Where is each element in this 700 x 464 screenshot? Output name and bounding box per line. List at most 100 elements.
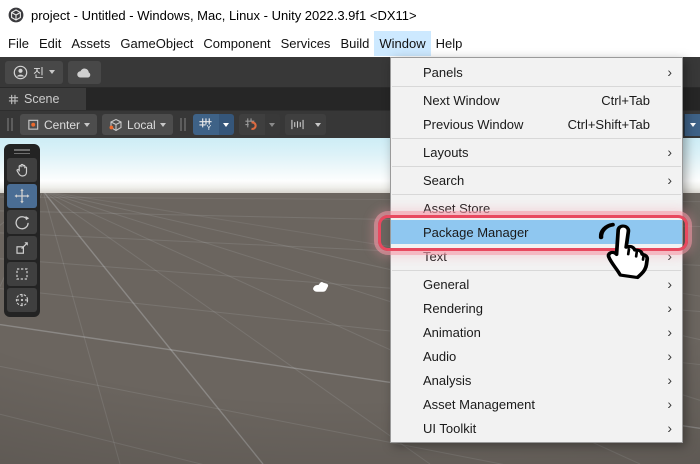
grid-snap-y-icon: Y [198, 117, 213, 132]
menu-item-ui-toolkit[interactable]: UI Toolkit› [391, 416, 682, 440]
pivot-mode-button[interactable]: Center [20, 114, 97, 135]
menu-item-shortcut: Ctrl+Shift+Tab [568, 117, 660, 132]
person-circle-icon [13, 65, 28, 80]
snap-magnet-button[interactable] [239, 114, 280, 135]
menu-item-label: UI Toolkit [423, 421, 476, 436]
unity-editor-window: project - Untitled - Windows, Mac, Linux… [0, 0, 700, 464]
submenu-arrow-icon: › [660, 349, 672, 363]
cube-orientation-icon [109, 118, 123, 132]
toolbar-drag-handle[interactable] [7, 118, 13, 131]
menu-item-layouts[interactable]: Layouts › [391, 140, 682, 164]
menu-item-label: Panels [423, 65, 463, 80]
menu-separator [392, 194, 681, 195]
menu-item-panels[interactable]: Panels › [391, 60, 682, 84]
view-hand-tool-icon [14, 162, 30, 178]
grid-icon [8, 94, 19, 105]
menubar-item-assets[interactable]: Assets [66, 31, 115, 56]
rect-tool-button[interactable] [7, 262, 37, 286]
menu-item-search[interactable]: Search› [391, 168, 682, 192]
transform-tool-button[interactable] [7, 288, 37, 312]
orientation-mode-label: Local [127, 118, 156, 132]
account-label: 진 [33, 64, 44, 81]
menu-item-animation[interactable]: Animation› [391, 320, 682, 344]
menu-item-label: Rendering [423, 301, 483, 316]
snap-magnet-icon [244, 117, 259, 132]
menu-item-rendering[interactable]: Rendering › [391, 296, 682, 320]
menu-bar: FileEditAssetsGameObjectComponentService… [0, 30, 700, 57]
menu-separator [392, 270, 681, 271]
menu-item-asset-store[interactable]: Asset Store [391, 196, 682, 220]
menu-item-next-window[interactable]: Next Window Ctrl+Tab [391, 88, 682, 112]
menu-separator [392, 166, 681, 167]
tab-label: Scene [24, 92, 59, 106]
cloud-services-button[interactable] [68, 61, 101, 84]
menubar-item-services[interactable]: Services [276, 31, 336, 56]
cloud-icon [76, 66, 93, 79]
pivot-mode-label: Center [44, 118, 80, 132]
chevron-down-icon [223, 123, 229, 127]
scale-tool-icon [14, 240, 30, 256]
account-button[interactable]: 진 [5, 61, 63, 84]
submenu-arrow-icon: › [660, 325, 672, 339]
submenu-arrow-icon: › [660, 373, 672, 387]
chevron-down-icon [84, 123, 90, 127]
toolbar-overflow-dropdown[interactable] [684, 114, 700, 136]
menu-item-label: Analysis [423, 373, 471, 388]
orientation-mode-button[interactable]: Local [102, 114, 173, 135]
scale-tool-button[interactable] [7, 236, 37, 260]
view-hand-tool-button[interactable] [7, 158, 37, 182]
menu-item-label: Next Window [423, 93, 500, 108]
menu-item-text[interactable]: Text › [391, 244, 682, 268]
menu-item-label: Audio [423, 349, 456, 364]
menu-item-asset-management[interactable]: Asset Management › [391, 392, 682, 416]
rotate-tool-button[interactable] [7, 210, 37, 234]
submenu-arrow-icon: › [660, 277, 672, 291]
palette-drag-handle[interactable] [7, 147, 37, 156]
menu-item-label: Text [423, 249, 447, 264]
rect-tool-icon [14, 266, 30, 282]
menubar-item-build[interactable]: Build [335, 31, 374, 56]
svg-text:Y: Y [207, 125, 212, 132]
submenu-arrow-icon: › [660, 65, 672, 79]
snap-increment-button[interactable] [285, 114, 326, 135]
menu-item-audio[interactable]: Audio › [391, 344, 682, 368]
tool-palette [4, 144, 40, 317]
menu-item-package-manager[interactable]: Package Manager [391, 220, 682, 244]
menubar-item-window[interactable]: Window [374, 31, 430, 56]
chevron-down-icon [315, 123, 321, 127]
chevron-down-icon [690, 123, 696, 127]
menubar-item-component[interactable]: Component [198, 31, 275, 56]
transform-tool-icon [14, 292, 30, 308]
grid-snapping-button[interactable]: Y [193, 114, 234, 135]
move-tool-button[interactable] [7, 184, 37, 208]
tab-scene[interactable]: Scene [0, 88, 86, 110]
menu-item-label: Asset Store [423, 201, 490, 216]
rotate-tool-icon [14, 214, 30, 230]
menu-item-analysis[interactable]: Analysis › [391, 368, 682, 392]
menu-item-label: Asset Management [423, 397, 535, 412]
pivot-center-icon [27, 118, 40, 131]
menu-item-label: Previous Window [423, 117, 523, 132]
title-bar: project - Untitled - Windows, Mac, Linux… [0, 0, 700, 30]
menu-item-general[interactable]: General› [391, 272, 682, 296]
menu-item-label: Layouts [423, 145, 469, 160]
menu-item-label: Package Manager [423, 225, 529, 240]
menu-item-previous-window[interactable]: Previous Window Ctrl+Shift+Tab [391, 112, 682, 136]
submenu-arrow-icon: › [660, 397, 672, 411]
chevron-down-icon [269, 123, 275, 127]
submenu-arrow-icon: › [660, 145, 672, 159]
window-title: project - Untitled - Windows, Mac, Linux… [31, 8, 417, 23]
menubar-item-file[interactable]: File [3, 31, 34, 56]
submenu-arrow-icon: › [660, 249, 672, 263]
window-menu-dropdown: Panels › Next Window Ctrl+Tab Previous Windo… [390, 57, 683, 443]
menu-item-label: Search [423, 173, 464, 188]
snap-increment-icon [290, 118, 305, 131]
menubar-item-edit[interactable]: Edit [34, 31, 66, 56]
menubar-item-help[interactable]: Help [431, 31, 468, 56]
menu-separator [392, 138, 681, 139]
chevron-down-icon [160, 123, 166, 127]
menubar-item-gameobject[interactable]: GameObject [115, 31, 198, 56]
submenu-arrow-icon: › [660, 301, 672, 315]
toolbar-drag-handle[interactable] [180, 118, 186, 131]
menu-item-shortcut: Ctrl+Tab [601, 93, 660, 108]
